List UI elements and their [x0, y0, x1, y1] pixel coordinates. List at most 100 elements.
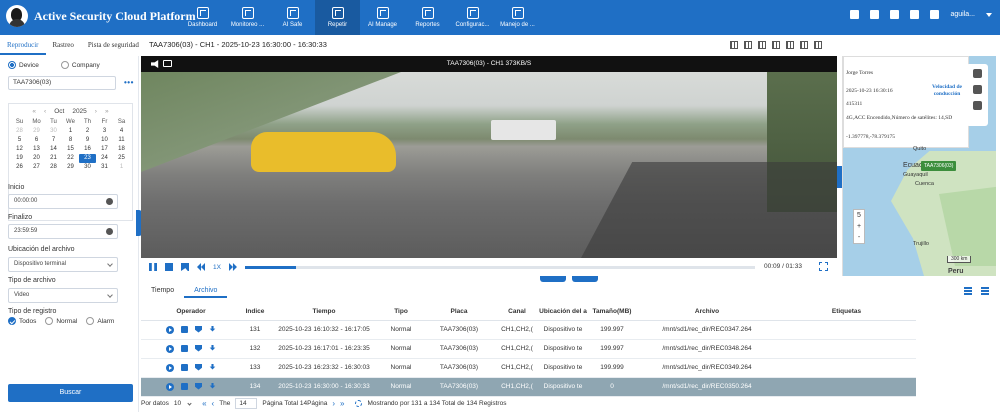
map-collapse-handle[interactable]	[837, 166, 842, 188]
file-type-select[interactable]: Video	[8, 288, 118, 303]
calendar-day[interactable]: 10	[96, 136, 113, 145]
shirt-icon[interactable]	[890, 10, 900, 19]
calendar-day[interactable]: 3	[96, 127, 113, 136]
tab-rastreo[interactable]: Rastreo	[46, 36, 81, 55]
prev-month-icon[interactable]: ‹	[44, 108, 46, 115]
calendar-day[interactable]: 30	[79, 163, 96, 172]
calendar-day[interactable]: 30	[45, 127, 62, 136]
download-icon[interactable]	[850, 10, 860, 19]
calendar-day[interactable]: 1	[113, 163, 130, 172]
calendar-day[interactable]: 20	[28, 154, 45, 163]
table-row[interactable]: 133 2025-10-23 16:23:32 - 16:30:03 Norma…	[141, 358, 916, 378]
table-row[interactable]: 131 2025-10-23 16:10:32 - 16:17:05 Norma…	[141, 320, 916, 340]
prev-year-icon[interactable]: «	[32, 108, 36, 115]
start-time-input[interactable]: 00:00:00	[8, 194, 118, 209]
alarm-light-icon[interactable]	[870, 10, 880, 19]
search-button[interactable]: Buscar	[8, 384, 133, 402]
nav-repetir[interactable]: Repetir	[315, 0, 360, 35]
page-input[interactable]: 14	[235, 397, 258, 409]
fullscreen-icon[interactable]	[819, 262, 828, 271]
collapse-up-icon[interactable]	[540, 276, 566, 282]
calendar-month[interactable]: Oct	[54, 108, 64, 115]
calendar-day[interactable]: 6	[28, 136, 45, 145]
video-player[interactable]: TAA7306(03) - CH1 373KB/S 1X 00:09 / 01:…	[141, 56, 837, 276]
nav-manejo[interactable]: Manejo de ...	[495, 0, 540, 35]
document-icon[interactable]	[181, 325, 188, 333]
layers-icon[interactable]	[972, 101, 982, 110]
end-time-input[interactable]: 23:59:59	[8, 224, 118, 239]
fullscreen-icon[interactable]	[910, 10, 920, 19]
map-panel[interactable]: Jorge Torres 2025-10-23 16:30:16 415311 …	[842, 56, 996, 276]
more-options-icon[interactable]: •••	[124, 78, 134, 87]
layout-6-icon[interactable]	[758, 41, 766, 49]
radio-device[interactable]: Device	[8, 61, 39, 69]
calendar-day[interactable]: 24	[96, 154, 113, 163]
progress-bar[interactable]	[244, 265, 755, 269]
user-name[interactable]: aguila...	[950, 11, 975, 18]
tab-tiempo[interactable]: Tiempo	[141, 283, 184, 298]
refresh-icon[interactable]	[355, 399, 363, 407]
calendar-day[interactable]: 8	[62, 136, 79, 145]
evidence-icon[interactable]	[195, 325, 202, 333]
calendar-day[interactable]: 23	[79, 154, 96, 163]
next-month-icon[interactable]: ›	[95, 108, 97, 115]
per-page-select[interactable]: 10	[174, 400, 181, 407]
pause-icon[interactable]	[149, 263, 157, 271]
calendar-day[interactable]: 16	[79, 145, 96, 154]
stop-icon[interactable]	[165, 263, 173, 271]
column-settings-icon[interactable]	[981, 287, 989, 295]
document-icon[interactable]	[181, 363, 188, 371]
zoom-in-button[interactable]: +	[854, 221, 864, 232]
layout-8-icon[interactable]	[772, 41, 780, 49]
calendar-day[interactable]: 17	[96, 145, 113, 154]
play-icon[interactable]	[166, 344, 174, 353]
calendar-day[interactable]: 13	[28, 145, 45, 154]
download-icon[interactable]	[209, 382, 216, 389]
record-type-all[interactable]: Todos	[8, 317, 36, 325]
calendar-day[interactable]: 11	[113, 136, 130, 145]
evidence-icon[interactable]	[195, 344, 202, 352]
play-icon[interactable]	[166, 363, 174, 372]
calendar-day[interactable]: 9	[79, 136, 96, 145]
calendar-day[interactable]: 19	[11, 154, 28, 163]
calendar-day[interactable]: 26	[11, 163, 28, 172]
nav-ai-safe[interactable]: AI Safe	[270, 0, 315, 35]
mute-icon[interactable]	[151, 60, 159, 68]
last-page-icon[interactable]: »	[340, 399, 344, 408]
evidence-icon[interactable]	[195, 382, 202, 390]
playback-speed[interactable]: 1X	[213, 264, 221, 271]
evidence-icon[interactable]	[195, 363, 202, 371]
table-row[interactable]: 132 2025-10-23 16:17:01 - 16:23:35 Norma…	[141, 339, 916, 359]
calendar-day[interactable]: 21	[45, 154, 62, 163]
vehicle-marker[interactable]: TAA7306(03)	[921, 161, 957, 171]
layout-4-icon[interactable]	[744, 41, 752, 49]
calendar-day[interactable]: 29	[28, 127, 45, 136]
nav-monitoreo[interactable]: Monitoreo ...	[225, 0, 270, 35]
expand-down-icon[interactable]	[572, 276, 598, 282]
rewind-icon[interactable]	[197, 263, 205, 271]
zoom-out-button[interactable]: -	[854, 232, 864, 243]
fast-forward-icon[interactable]	[228, 263, 237, 271]
tab-pista-seguridad[interactable]: Pista de seguridad	[81, 36, 146, 55]
user-menu-caret-icon[interactable]	[986, 12, 992, 17]
prev-page-icon[interactable]: ‹	[212, 399, 215, 408]
calendar-day[interactable]: 12	[11, 145, 28, 154]
layout-custom-icon[interactable]	[814, 41, 822, 49]
traffic-light-icon[interactable]	[972, 69, 982, 78]
download-icon[interactable]	[209, 344, 216, 351]
calendar-day[interactable]: 18	[113, 145, 130, 154]
tab-archivo[interactable]: Archivo	[184, 283, 228, 298]
first-page-icon[interactable]: «	[202, 399, 206, 408]
record-type-normal[interactable]: Normal	[45, 317, 77, 325]
calendar-day[interactable]: 27	[28, 163, 45, 172]
globe-icon[interactable]	[972, 85, 982, 94]
calendar-day[interactable]: 14	[45, 145, 62, 154]
cloud-icon[interactable]	[930, 10, 940, 19]
tab-reproducir[interactable]: Reproducir	[0, 36, 46, 55]
calendar-day[interactable]: 28	[45, 163, 62, 172]
device-select[interactable]: TAA7306(03)	[8, 76, 116, 90]
camera-icon[interactable]	[163, 60, 172, 67]
document-icon[interactable]	[181, 344, 188, 352]
radio-company[interactable]: Company	[60, 61, 100, 69]
document-icon[interactable]	[181, 382, 188, 390]
